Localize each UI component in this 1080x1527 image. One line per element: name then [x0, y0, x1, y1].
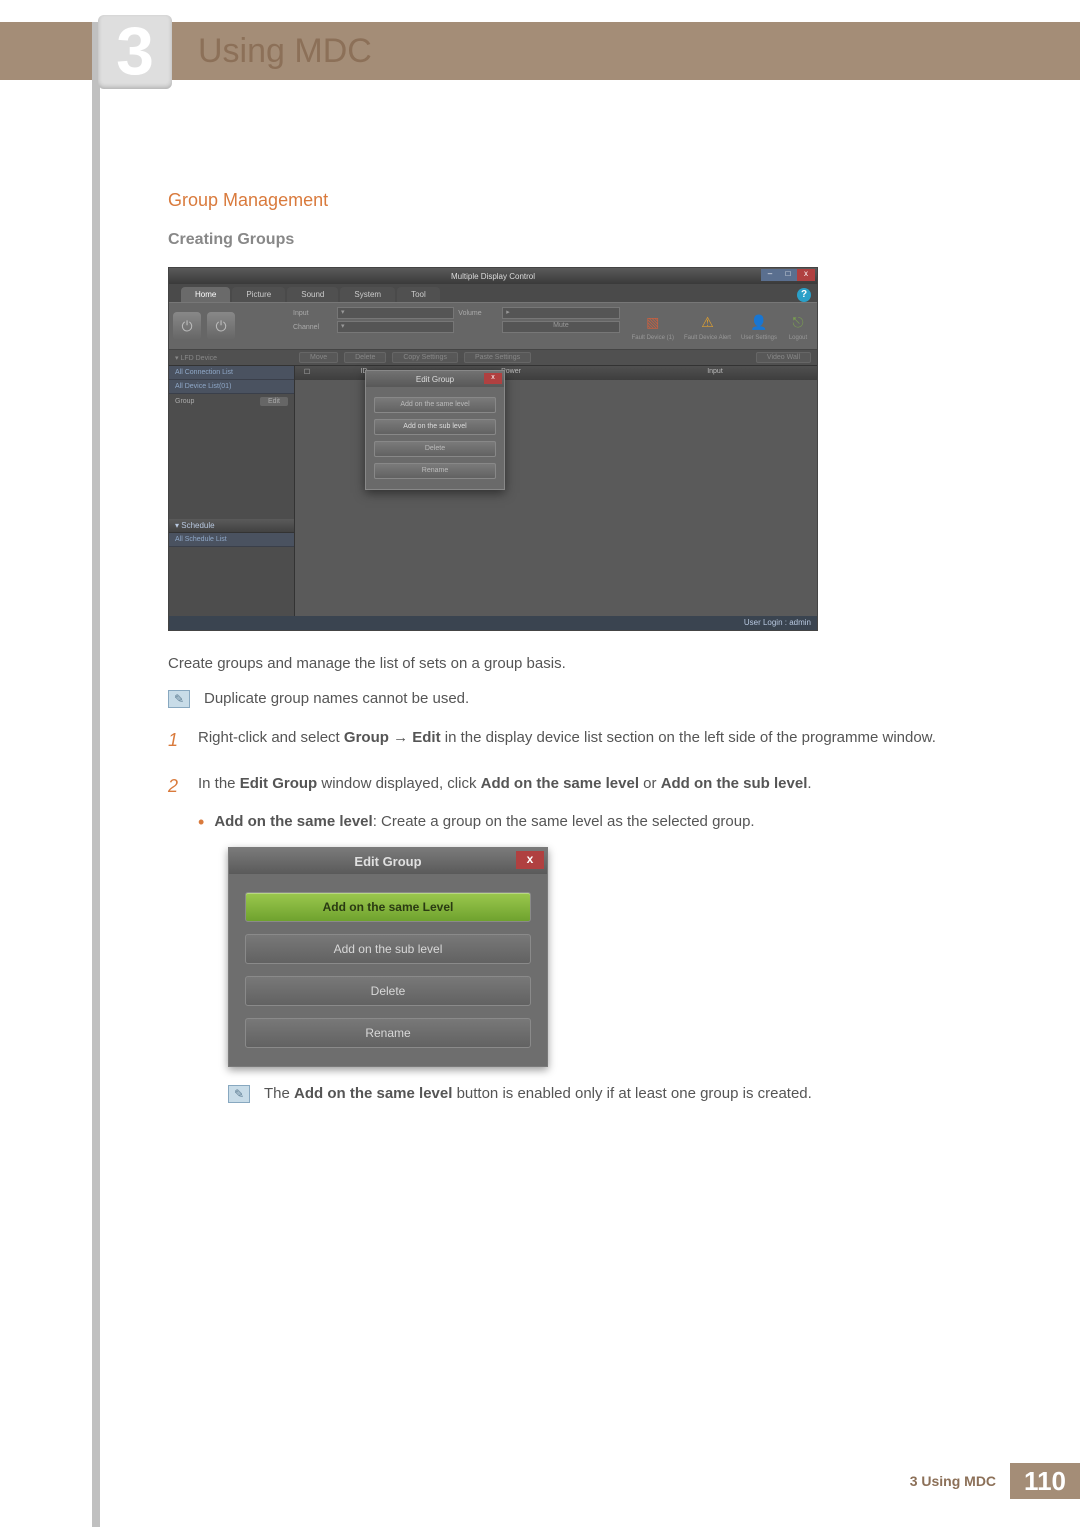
side-stripe	[92, 22, 100, 1527]
col-input: Input	[613, 366, 817, 380]
minimize-icon[interactable]: –	[761, 269, 779, 281]
input-select[interactable]: ▾	[337, 307, 454, 319]
add-same-level-button[interactable]: Add on the same level	[374, 397, 496, 413]
fault-alert-label: Fault Device Alert	[684, 335, 731, 341]
dlg2-titlebar: Edit Group x	[229, 848, 547, 874]
mdc-titlebar: Multiple Display Control – □ x	[169, 268, 817, 284]
schedule-header[interactable]: ▾ Schedule	[169, 519, 294, 533]
user-settings-icon[interactable]: 👤 User Settings	[741, 312, 777, 341]
paste-settings-button[interactable]: Paste Settings	[464, 352, 531, 363]
chapter-title: Using MDC	[198, 32, 372, 71]
fault-device-icon[interactable]: ▧ Fault Device (1)	[632, 312, 674, 341]
page-content: Group Management Creating Groups Multipl…	[168, 190, 980, 1103]
section-heading: Group Management	[168, 190, 980, 211]
tab-picture[interactable]: Picture	[232, 287, 285, 302]
chapter-number: 3	[98, 15, 172, 89]
edit-group-dialog-large: Edit Group x Add on the same Level Add o…	[228, 847, 548, 1067]
dlg2-delete[interactable]: Delete	[245, 976, 531, 1006]
volume-label: Volume	[458, 310, 498, 317]
tab-home[interactable]: Home	[181, 287, 230, 302]
video-wall-button[interactable]: Video Wall	[756, 352, 811, 363]
edit-group-title-text: Edit Group	[416, 375, 454, 384]
all-schedule-list[interactable]: All Schedule List	[169, 533, 294, 547]
user-settings-label: User Settings	[741, 335, 777, 341]
dlg2-close-icon[interactable]: x	[516, 851, 544, 869]
mdc-body: All Connection List All Device List(01) …	[169, 366, 817, 616]
maximize-icon[interactable]: □	[779, 269, 797, 281]
tab-tool[interactable]: Tool	[397, 287, 440, 302]
group-label: Group	[175, 398, 194, 405]
channel-label: Channel	[293, 324, 333, 331]
step-1-number: 1	[168, 726, 186, 755]
logout-icon[interactable]: ⎋ Logout	[787, 312, 809, 341]
mute-button[interactable]: Mute	[502, 321, 619, 333]
dlg2-add-same-level[interactable]: Add on the same Level	[245, 892, 531, 922]
input-label: Input	[293, 310, 333, 317]
fault-device-label: Fault Device (1)	[632, 335, 674, 341]
step-2-number: 2	[168, 772, 186, 801]
mdc-sidebar: All Connection List All Device List(01) …	[169, 366, 295, 616]
tab-sound[interactable]: Sound	[287, 287, 338, 302]
popup-rename-button[interactable]: Rename	[374, 463, 496, 479]
tab-system[interactable]: System	[340, 287, 395, 302]
col-checkbox[interactable]: ☐	[295, 366, 319, 380]
popup-delete-button[interactable]: Delete	[374, 441, 496, 457]
mdc-statusbar: User Login : admin	[169, 616, 817, 630]
edit-group-popup: Edit Group x Add on the same level Add o…	[365, 370, 505, 490]
window-controls: – □ x	[761, 269, 815, 281]
logout-label: Logout	[789, 335, 807, 341]
move-button[interactable]: Move	[299, 352, 338, 363]
bullet-icon: •	[198, 813, 204, 831]
channel-select[interactable]: ▾	[337, 321, 454, 333]
page-footer: 3 Using MDC 110	[896, 1463, 1080, 1499]
popup-close-icon[interactable]: x	[484, 373, 502, 384]
step-1-text: Right-click and select Group → Edit in t…	[198, 726, 936, 755]
note-text-1: Duplicate group names cannot be used.	[204, 690, 469, 707]
intro-paragraph: Create groups and manage the list of set…	[168, 653, 980, 676]
edit-group-title: Edit Group x	[366, 371, 504, 387]
mdc-screenshot: Multiple Display Control – □ x ? Home Pi…	[168, 267, 818, 631]
mdc-toolbar: ⏻ ⏻ Input ▾ Volume ▸ Channel ▾ Mute	[169, 302, 817, 350]
mdc-main: ☐ ID Power Input Edit Group x Add on the…	[295, 366, 817, 616]
help-icon[interactable]: ?	[797, 288, 811, 302]
step-2-text: In the Edit Group window displayed, clic…	[198, 772, 812, 801]
dlg2-title-text: Edit Group	[354, 854, 421, 869]
lfd-device-header[interactable]: ▾ LFD Device	[175, 354, 293, 362]
copy-settings-button[interactable]: Copy Settings	[392, 352, 458, 363]
volume-select[interactable]: ▸	[502, 307, 619, 319]
mdc-tabs: Home Picture Sound System Tool	[169, 284, 817, 302]
section-subheading: Creating Groups	[168, 231, 980, 249]
all-connection-list[interactable]: All Connection List	[169, 366, 294, 380]
group-row: Group Edit	[169, 394, 294, 409]
dlg2-add-sub-level[interactable]: Add on the sub level	[245, 934, 531, 964]
note-text-2: The Add on the same level button is enab…	[264, 1085, 812, 1102]
footer-page-number: 110	[1010, 1463, 1080, 1499]
note-icon-2: ✎	[228, 1085, 250, 1103]
power-off-icon[interactable]: ⏻	[207, 312, 235, 340]
delete-button[interactable]: Delete	[344, 352, 386, 363]
footer-label: 3 Using MDC	[896, 1463, 1010, 1499]
add-sub-level-button[interactable]: Add on the sub level	[374, 419, 496, 435]
power-on-icon[interactable]: ⏻	[173, 312, 201, 340]
mdc-actionbar: ▾ LFD Device Move Delete Copy Settings P…	[169, 350, 817, 366]
dlg2-rename[interactable]: Rename	[245, 1018, 531, 1048]
note-icon: ✎	[168, 690, 190, 708]
close-icon[interactable]: x	[797, 269, 815, 281]
mdc-title: Multiple Display Control	[451, 272, 535, 281]
group-edit-button[interactable]: Edit	[260, 397, 288, 406]
all-device-list[interactable]: All Device List(01)	[169, 380, 294, 394]
bullet-1-text: Add on the same level: Create a group on…	[214, 813, 754, 831]
fault-alert-icon[interactable]: ⚠ Fault Device Alert	[684, 312, 731, 341]
